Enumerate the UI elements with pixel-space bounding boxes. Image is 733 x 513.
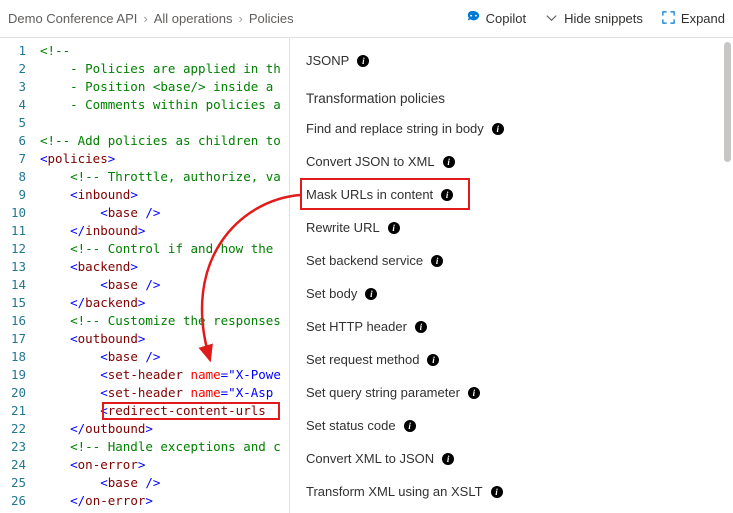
policy-label: Transform XML using an XSLT bbox=[306, 484, 483, 499]
chevron-right-icon: › bbox=[143, 11, 147, 26]
policy-label: Set backend service bbox=[306, 253, 423, 268]
policy-label: Set HTTP header bbox=[306, 319, 407, 334]
line-gutter: 1234567891011121314151617181920212223242… bbox=[0, 38, 36, 513]
chevron-right-icon: › bbox=[238, 11, 242, 26]
policy-item[interactable]: Mask URLs in content i bbox=[306, 178, 717, 211]
policy-item[interactable]: Find and replace string in body i bbox=[306, 112, 717, 145]
policy-label: Find and replace string in body bbox=[306, 121, 484, 136]
crumb-policies[interactable]: Policies bbox=[249, 11, 294, 26]
code-body[interactable]: <!-- - Policies are applied in th - Posi… bbox=[36, 38, 281, 513]
policy-label: Mask URLs in content bbox=[306, 187, 433, 202]
info-icon[interactable]: i bbox=[491, 486, 503, 498]
info-icon[interactable]: i bbox=[441, 189, 453, 201]
policy-item[interactable]: Set status code i bbox=[306, 409, 717, 442]
breadcrumb: Demo Conference API › All operations › P… bbox=[8, 11, 466, 26]
info-icon[interactable]: i bbox=[468, 387, 480, 399]
policy-item[interactable]: Rewrite URL i bbox=[306, 211, 717, 244]
policy-label: Rewrite URL bbox=[306, 220, 380, 235]
info-icon[interactable]: i bbox=[365, 288, 377, 300]
hide-snippets-label: Hide snippets bbox=[564, 11, 643, 26]
info-icon[interactable]: i bbox=[443, 156, 455, 168]
policy-label: Set body bbox=[306, 286, 357, 301]
info-icon[interactable]: i bbox=[431, 255, 443, 267]
copilot-label: Copilot bbox=[486, 11, 526, 26]
info-icon[interactable]: i bbox=[442, 453, 454, 465]
code-editor[interactable]: 1234567891011121314151617181920212223242… bbox=[0, 38, 290, 513]
info-icon[interactable]: i bbox=[404, 420, 416, 432]
chevron-down-icon bbox=[544, 10, 559, 28]
policies-panel: JSONP i Transformation policies Find and… bbox=[290, 38, 733, 513]
policy-label: Set query string parameter bbox=[306, 385, 460, 400]
policy-label: Set status code bbox=[306, 418, 396, 433]
policy-label: Convert JSON to XML bbox=[306, 154, 435, 169]
policy-label: Set request method bbox=[306, 352, 419, 367]
policy-label: JSONP bbox=[306, 53, 349, 68]
policy-item[interactable]: Set query string parameter i bbox=[306, 376, 717, 409]
scrollbar[interactable] bbox=[724, 42, 731, 162]
expand-label: Expand bbox=[681, 11, 725, 26]
copilot-icon bbox=[466, 10, 481, 28]
info-icon[interactable]: i bbox=[427, 354, 439, 366]
policy-item[interactable]: Set HTTP header i bbox=[306, 310, 717, 343]
policy-item[interactable]: Convert XML to JSON i bbox=[306, 442, 717, 475]
policy-item[interactable]: Transform XML using an XSLT i bbox=[306, 475, 717, 508]
copilot-button[interactable]: Copilot bbox=[466, 10, 526, 28]
crumb-api[interactable]: Demo Conference API bbox=[8, 11, 137, 26]
info-icon[interactable]: i bbox=[492, 123, 504, 135]
info-icon[interactable]: i bbox=[388, 222, 400, 234]
info-icon[interactable]: i bbox=[415, 321, 427, 333]
policy-item-jsonp[interactable]: JSONP i bbox=[306, 44, 717, 77]
policy-item[interactable]: Set body i bbox=[306, 277, 717, 310]
panel-heading-transformation: Transformation policies bbox=[306, 77, 717, 112]
expand-button[interactable]: Expand bbox=[661, 10, 725, 28]
policy-item[interactable]: Set backend service i bbox=[306, 244, 717, 277]
expand-icon bbox=[661, 10, 676, 28]
policy-label: Convert XML to JSON bbox=[306, 451, 434, 466]
crumb-operations[interactable]: All operations bbox=[154, 11, 233, 26]
policy-item[interactable]: Set request method i bbox=[306, 343, 717, 376]
hide-snippets-button[interactable]: Hide snippets bbox=[544, 10, 643, 28]
info-icon[interactable]: i bbox=[357, 55, 369, 67]
policy-item[interactable]: Convert JSON to XML i bbox=[306, 145, 717, 178]
